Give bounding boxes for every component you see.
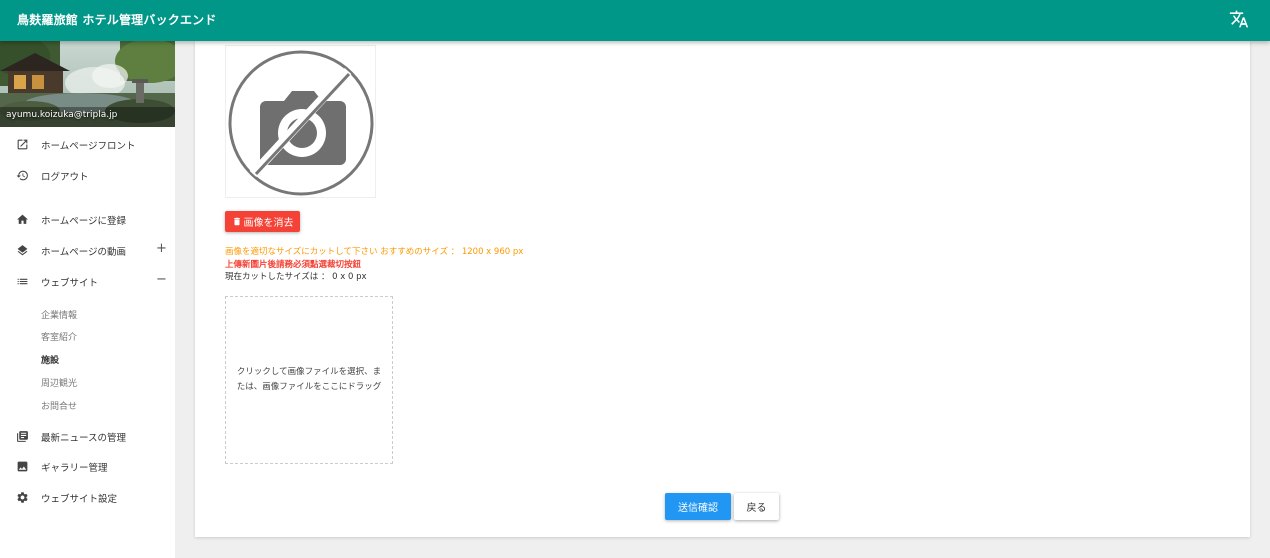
library-books-icon bbox=[17, 431, 28, 442]
image-preview bbox=[225, 45, 376, 198]
recommended-size-hint: 画像を適切なサイズにカットして下さい おすすめのサイズ ： 1200 x 960… bbox=[225, 247, 524, 257]
image-dropzone[interactable]: クリックして画像ファイルを選択、または、画像ファイルをここにドラッグ bbox=[225, 296, 393, 464]
dropzone-text: クリックして画像ファイルを選択、または、画像ファイルをここにドラッグ bbox=[236, 367, 382, 392]
crop-reminder: 上傳新圖片後請務必須點選裁切按鈕 bbox=[225, 260, 362, 270]
sidebar-hero-image: ayumu.koizuka@tripla.jp bbox=[0, 41, 175, 127]
sidebar-subitem-rooms[interactable]: 客室紹介 bbox=[41, 330, 77, 343]
sidebar-item-logout[interactable]: ログアウト bbox=[0, 164, 175, 188]
home-icon bbox=[17, 214, 28, 224]
sidebar-item-label: 最新ニュースの管理 bbox=[41, 433, 127, 444]
layers-icon bbox=[17, 245, 28, 256]
sidebar-item-gallery[interactable]: ギャラリー管理 bbox=[0, 455, 175, 479]
app-header: 鳥麸羅旅館 ホテル管理バックエンド bbox=[0, 0, 1270, 41]
sidebar-item-label: ウェブサイト bbox=[41, 278, 99, 289]
sidebar-item-label: ログアウト bbox=[41, 172, 89, 183]
image-icon bbox=[17, 461, 28, 472]
submit-confirm-button[interactable]: 送信確認 bbox=[665, 493, 731, 520]
sidebar-item-website-settings[interactable]: ウェブサイト設定 bbox=[0, 486, 175, 510]
trash-icon bbox=[233, 217, 240, 226]
external-link-icon bbox=[17, 139, 28, 150]
collapse-icon[interactable]: − bbox=[156, 273, 167, 287]
sidebar-item-label: ウェブサイト設定 bbox=[41, 494, 118, 505]
back-button[interactable]: 戻る bbox=[734, 493, 779, 520]
sidebar-item-homepage-video[interactable]: ホームページの動画 + bbox=[0, 239, 175, 263]
sidebar: ayumu.koizuka@tripla.jp ホームページフロント ログアウト… bbox=[0, 41, 175, 558]
no-image-camera-icon bbox=[228, 50, 374, 196]
delete-image-label: 画像を消去 bbox=[243, 218, 294, 229]
history-icon bbox=[16, 170, 28, 181]
sidebar-subitem-company-info[interactable]: 企業情報 bbox=[41, 308, 77, 321]
app-title: 鳥麸羅旅館 ホテル管理バックエンド bbox=[17, 13, 217, 27]
sidebar-item-website[interactable]: ウェブサイト − bbox=[0, 270, 175, 294]
list-icon bbox=[17, 278, 28, 285]
sidebar-subitem-contact[interactable]: お問合せ bbox=[41, 399, 77, 412]
main-content-card: 画像を消去 画像を適切なサイズにカットして下さい おすすめのサイズ ： 1200… bbox=[195, 41, 1250, 537]
sidebar-subitem-sightseeing[interactable]: 周辺観光 bbox=[41, 376, 77, 389]
sidebar-item-homepage-front[interactable]: ホームページフロント bbox=[0, 133, 175, 157]
sidebar-subitem-facilities[interactable]: 施設 bbox=[41, 353, 59, 366]
sidebar-item-label: ホームページフロント bbox=[41, 141, 136, 152]
sidebar-item-register-homepage[interactable]: ホームページに登録 bbox=[0, 208, 175, 232]
gear-icon bbox=[17, 492, 28, 503]
current-crop-size: 現在カットしたサイズは ： 0 x 0 px bbox=[225, 272, 367, 282]
expand-icon[interactable]: + bbox=[156, 242, 167, 256]
sidebar-item-label: ギャラリー管理 bbox=[41, 463, 108, 474]
user-email: ayumu.koizuka@tripla.jp bbox=[6, 110, 118, 120]
translate-icon[interactable] bbox=[1229, 9, 1249, 29]
sidebar-item-label: ホームページの動画 bbox=[41, 247, 127, 258]
sidebar-item-news[interactable]: 最新ニュースの管理 bbox=[0, 425, 175, 449]
sidebar-item-label: ホームページに登録 bbox=[41, 216, 127, 227]
delete-image-button[interactable]: 画像を消去 bbox=[225, 211, 300, 232]
